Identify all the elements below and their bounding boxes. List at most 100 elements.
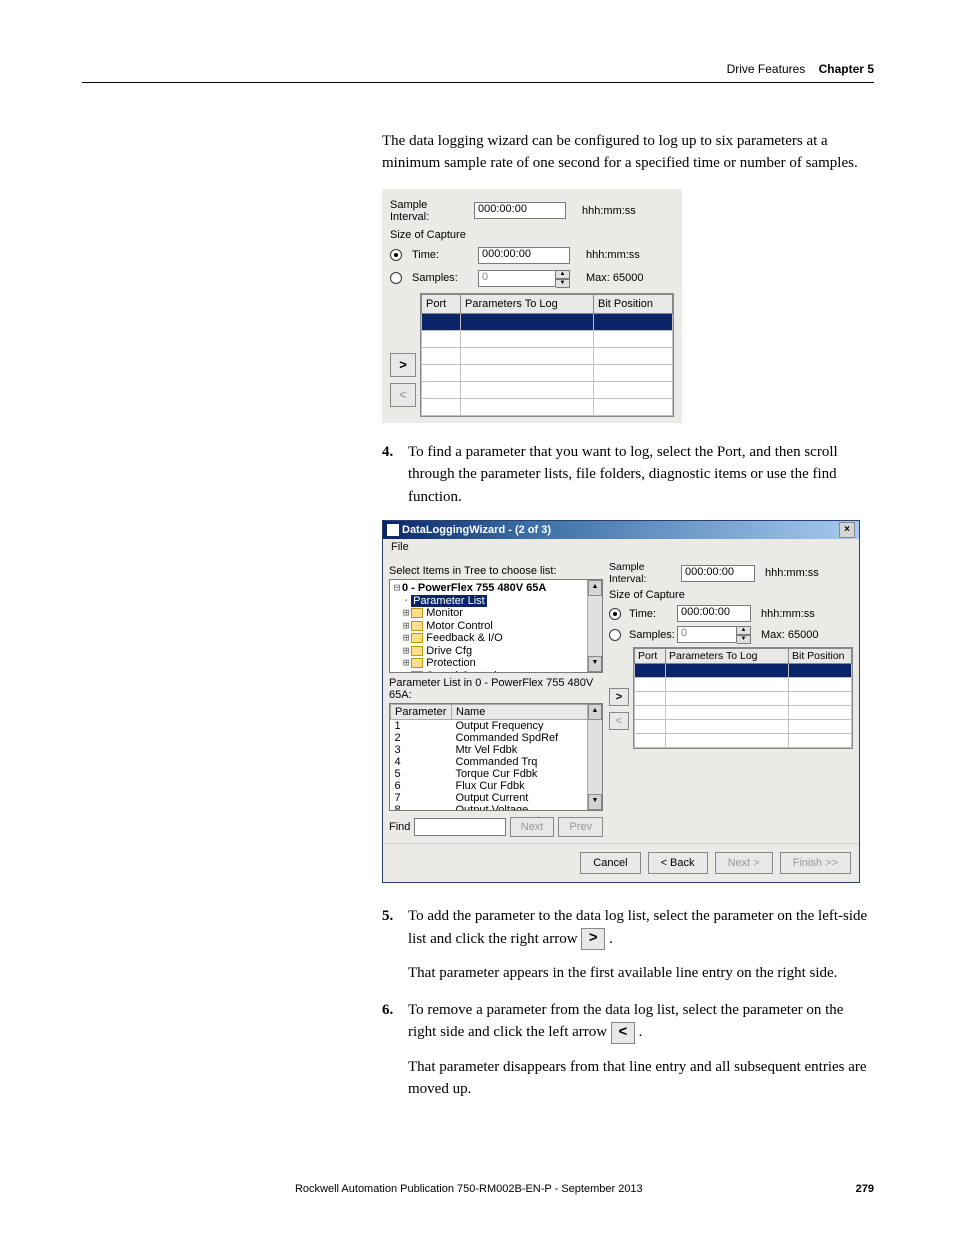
step-number: 4. <box>382 441 408 509</box>
chevron-right-icon: > <box>399 357 407 372</box>
collapse-icon[interactable]: ⊟ <box>392 582 402 595</box>
right-arrow-icon: > <box>581 928 605 950</box>
table-row[interactable] <box>635 692 852 706</box>
list-item[interactable]: 1Output Frequency <box>391 720 602 733</box>
table-row[interactable] <box>635 706 852 720</box>
spin-up-icon[interactable]: ▲ <box>737 626 751 635</box>
list-item[interactable]: 4Commanded Trq <box>391 756 602 768</box>
spin-up-icon[interactable]: ▲ <box>556 270 570 279</box>
scroll-up-icon[interactable]: ▲ <box>588 704 602 720</box>
back-button[interactable]: < Back <box>648 852 708 874</box>
col-bit: Bit Position <box>594 294 673 313</box>
step-number: 5. <box>382 905 408 950</box>
tree-instruction: Select Items in Tree to choose list: <box>389 565 603 577</box>
spin-down-icon[interactable]: ▼ <box>737 635 751 644</box>
r-samples-spinner[interactable]: 0 ▲▼ <box>677 626 751 643</box>
table-row[interactable] <box>422 313 673 330</box>
page-footer: Rockwell Automation Publication 750-RM00… <box>82 1183 874 1195</box>
wizard-titlebar: DataLoggingWizard - (2 of 3) × <box>383 521 859 539</box>
table-row[interactable] <box>635 734 852 748</box>
r-add-param-button[interactable]: > <box>609 688 629 706</box>
r-samples-input[interactable]: 0 <box>677 626 737 643</box>
samples-input[interactable]: 0 <box>478 270 556 287</box>
app-icon <box>387 524 399 536</box>
tree-item[interactable]: Drive Cfg <box>426 645 472 657</box>
header-divider <box>82 82 874 83</box>
table-row[interactable] <box>422 364 673 381</box>
sample-interval-input[interactable]: 000:00:00 <box>474 202 566 219</box>
scroll-down-icon[interactable]: ▼ <box>588 794 602 810</box>
list-item[interactable]: 5Torque Cur Fdbk <box>391 768 602 780</box>
r-col-bit: Bit Position <box>789 649 852 664</box>
close-button[interactable]: × <box>839 522 855 538</box>
expand-icon[interactable]: ⊞ <box>401 607 411 620</box>
r-sample-interval-input[interactable]: 000:00:00 <box>681 565 755 582</box>
r-col-port: Port <box>635 649 666 664</box>
publication-info: Rockwell Automation Publication 750-RM00… <box>295 1183 643 1195</box>
list-item[interactable]: 3Mtr Vel Fdbk <box>391 744 602 756</box>
wizard-menubar[interactable]: File <box>383 539 859 555</box>
r-hint: hhh:mm:ss <box>765 567 819 579</box>
table-row[interactable] <box>422 398 673 415</box>
r-remove-param-button[interactable]: < <box>609 712 629 730</box>
samples-spinner[interactable]: 0 ▲▼ <box>478 270 570 287</box>
device-tree[interactable]: ⊟0 - PowerFlex 755 480V 65A ·Parameter L… <box>389 579 603 673</box>
sample-interval-hint: hhh:mm:ss <box>582 205 636 217</box>
table-row[interactable] <box>635 720 852 734</box>
table-row[interactable] <box>422 330 673 347</box>
tree-item[interactable]: Protection <box>426 657 476 669</box>
time-hint: hhh:mm:ss <box>586 249 640 261</box>
step-6-text: To remove a parameter from the data log … <box>408 999 874 1044</box>
scroll-down-icon[interactable]: ▼ <box>588 656 602 672</box>
step-4-text: To find a parameter that you want to log… <box>408 441 874 509</box>
file-menu[interactable]: File <box>391 541 409 553</box>
tree-parameter-list[interactable]: Parameter List <box>411 595 487 607</box>
list-item[interactable]: 2Commanded SpdRef <box>391 732 602 744</box>
r-samples-label: Samples: <box>629 629 673 641</box>
tree-item[interactable]: Speed Control <box>426 670 496 674</box>
list-scrollbar[interactable]: ▲▼ <box>587 704 602 810</box>
table-row[interactable] <box>422 347 673 364</box>
table-row[interactable] <box>422 381 673 398</box>
tree-scrollbar[interactable]: ▲▼ <box>587 580 602 672</box>
tree-root[interactable]: 0 - PowerFlex 755 480V 65A <box>402 582 546 594</box>
add-param-button[interactable]: > <box>390 353 416 377</box>
samples-radio[interactable] <box>390 272 402 284</box>
chevron-right-icon: > <box>616 691 622 703</box>
tree-item[interactable]: Motor Control <box>426 620 493 632</box>
page-header: Drive Features Chapter 5 <box>82 62 874 76</box>
r-samples-radio[interactable] <box>609 629 621 641</box>
parameter-list[interactable]: ParameterName 1Output Frequency 2Command… <box>389 703 603 811</box>
list-item[interactable]: 7Output Current <box>391 792 602 804</box>
col-name: Name <box>452 705 602 720</box>
scroll-up-icon[interactable]: ▲ <box>588 580 602 596</box>
r-time-radio[interactable] <box>609 608 621 620</box>
tree-item[interactable]: Feedback & I/O <box>426 632 502 644</box>
time-input[interactable]: 000:00:00 <box>478 247 570 264</box>
remove-param-button[interactable]: < <box>390 383 416 407</box>
r-time-input[interactable]: 000:00:00 <box>677 605 751 622</box>
col-parameter: Parameter <box>391 705 452 720</box>
list-item[interactable]: 8Output Voltage <box>391 804 602 811</box>
find-input[interactable] <box>414 818 505 836</box>
spin-down-icon[interactable]: ▼ <box>556 279 570 288</box>
r-params-table[interactable]: Port Parameters To Log Bit Position <box>633 647 853 749</box>
finish-button[interactable]: Finish >> <box>780 852 851 874</box>
step-6-result: That parameter disappears from that line… <box>408 1056 874 1101</box>
samples-hint: Max: 65000 <box>586 272 643 284</box>
find-prev-button[interactable]: Prev <box>558 817 603 837</box>
list-item[interactable]: 6Flux Cur Fdbk <box>391 780 602 792</box>
params-to-log-table[interactable]: Port Parameters To Log Bit Position <box>420 293 674 417</box>
table-row[interactable] <box>635 664 852 678</box>
cancel-button[interactable]: Cancel <box>580 852 640 874</box>
time-radio[interactable] <box>390 249 402 261</box>
sample-config-panel: Sample Interval: 000:00:00 hhh:mm:ss Siz… <box>382 189 682 423</box>
page-number: 279 <box>856 1183 874 1195</box>
step-number: 6. <box>382 999 408 1044</box>
wizard-title: DataLoggingWizard - (2 of 3) <box>402 524 551 536</box>
size-of-capture-label: Size of Capture <box>390 229 466 241</box>
next-button[interactable]: Next > <box>715 852 773 874</box>
find-next-button[interactable]: Next <box>510 817 555 837</box>
tree-item[interactable]: Monitor <box>426 607 463 619</box>
table-row[interactable] <box>635 678 852 692</box>
